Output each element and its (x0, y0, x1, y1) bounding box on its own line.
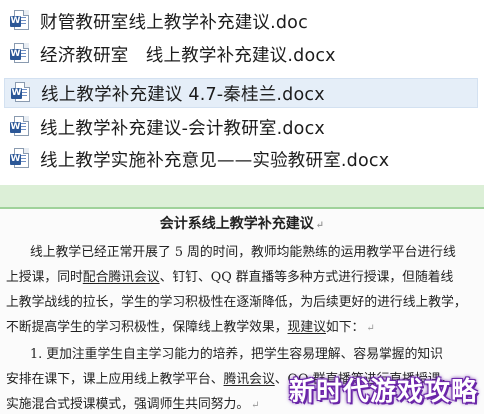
paragraph-line: 实施混合式授课模式，强调师生共同努力。 ↵ (6, 397, 260, 412)
file-name: 线上教学补充建议-会计教研室.docx (40, 118, 325, 139)
word-document-icon: W (10, 116, 30, 138)
watermark-logo: 新时代游戏攻略 (288, 377, 478, 407)
file-item-4[interactable]: W 线上教学补充建议-会计教研室.docx (4, 112, 478, 142)
word-document-icon: W (10, 10, 30, 32)
paragraph-line: 不断提高学生的学习积极性，保障线上教学效果，现建议如下： ↵ (6, 320, 375, 335)
word-document-icon: W (10, 148, 30, 170)
separator-band (0, 185, 484, 208)
file-item-3[interactable]: W 线上教学补充建议 4.7-秦桂兰.docx (4, 78, 478, 108)
file-name: 经济教研室 线上教学补充建议.docx (40, 45, 336, 66)
document-preview[interactable]: 会计系线上教学补充建议 ↵ 线上教学已经正常开展了 5 周的时间，教师均能熟练的运… (0, 209, 484, 414)
paragraph-mark-icon: ↵ (366, 323, 375, 334)
document-title: 会计系线上教学补充建议 ↵ (159, 216, 325, 232)
file-item-2[interactable]: W 经济教研室 线上教学补充建议.docx (4, 39, 478, 69)
file-name: 线上教学补充建议 4.7-秦桂兰.docx (41, 84, 325, 105)
file-list: W 财管教研室线上教学补充建议.doc W 经济教研室 线上教学补充建议.doc… (0, 0, 484, 185)
file-name: 线上教学实施补充意见——实验教研室.docx (40, 150, 390, 171)
word-document-icon: W (10, 43, 30, 65)
file-item-1[interactable]: W 财管教研室线上教学补充建议.doc (4, 6, 478, 36)
file-name: 财管教研室线上教学补充建议.doc (40, 12, 308, 33)
paragraph-mark-icon: ↵ (251, 400, 260, 411)
paragraph-line: 线上教学已经正常开展了 5 周的时间，教师均能熟练的运用教学平台进行线 (30, 245, 456, 260)
paragraph-line: 上教学战线的拉长，学生的学习积极性在逐渐降低，为后续更好的进行线上教学， (6, 295, 467, 310)
paragraph-line: 上授课，同时配合腾讯会议、钉钉、QQ 群直播等多种方式进行授课，但随着线 (6, 270, 454, 285)
paragraph-mark-icon: ↵ (315, 220, 325, 231)
file-item-5[interactable]: W 线上教学实施补充意见——实验教研室.docx (4, 144, 478, 174)
word-document-icon: W (11, 82, 31, 104)
list-item: 1. 更加注重学生自主学习能力的培养，把学生容易理解、容易掌握的知识 (30, 347, 443, 362)
